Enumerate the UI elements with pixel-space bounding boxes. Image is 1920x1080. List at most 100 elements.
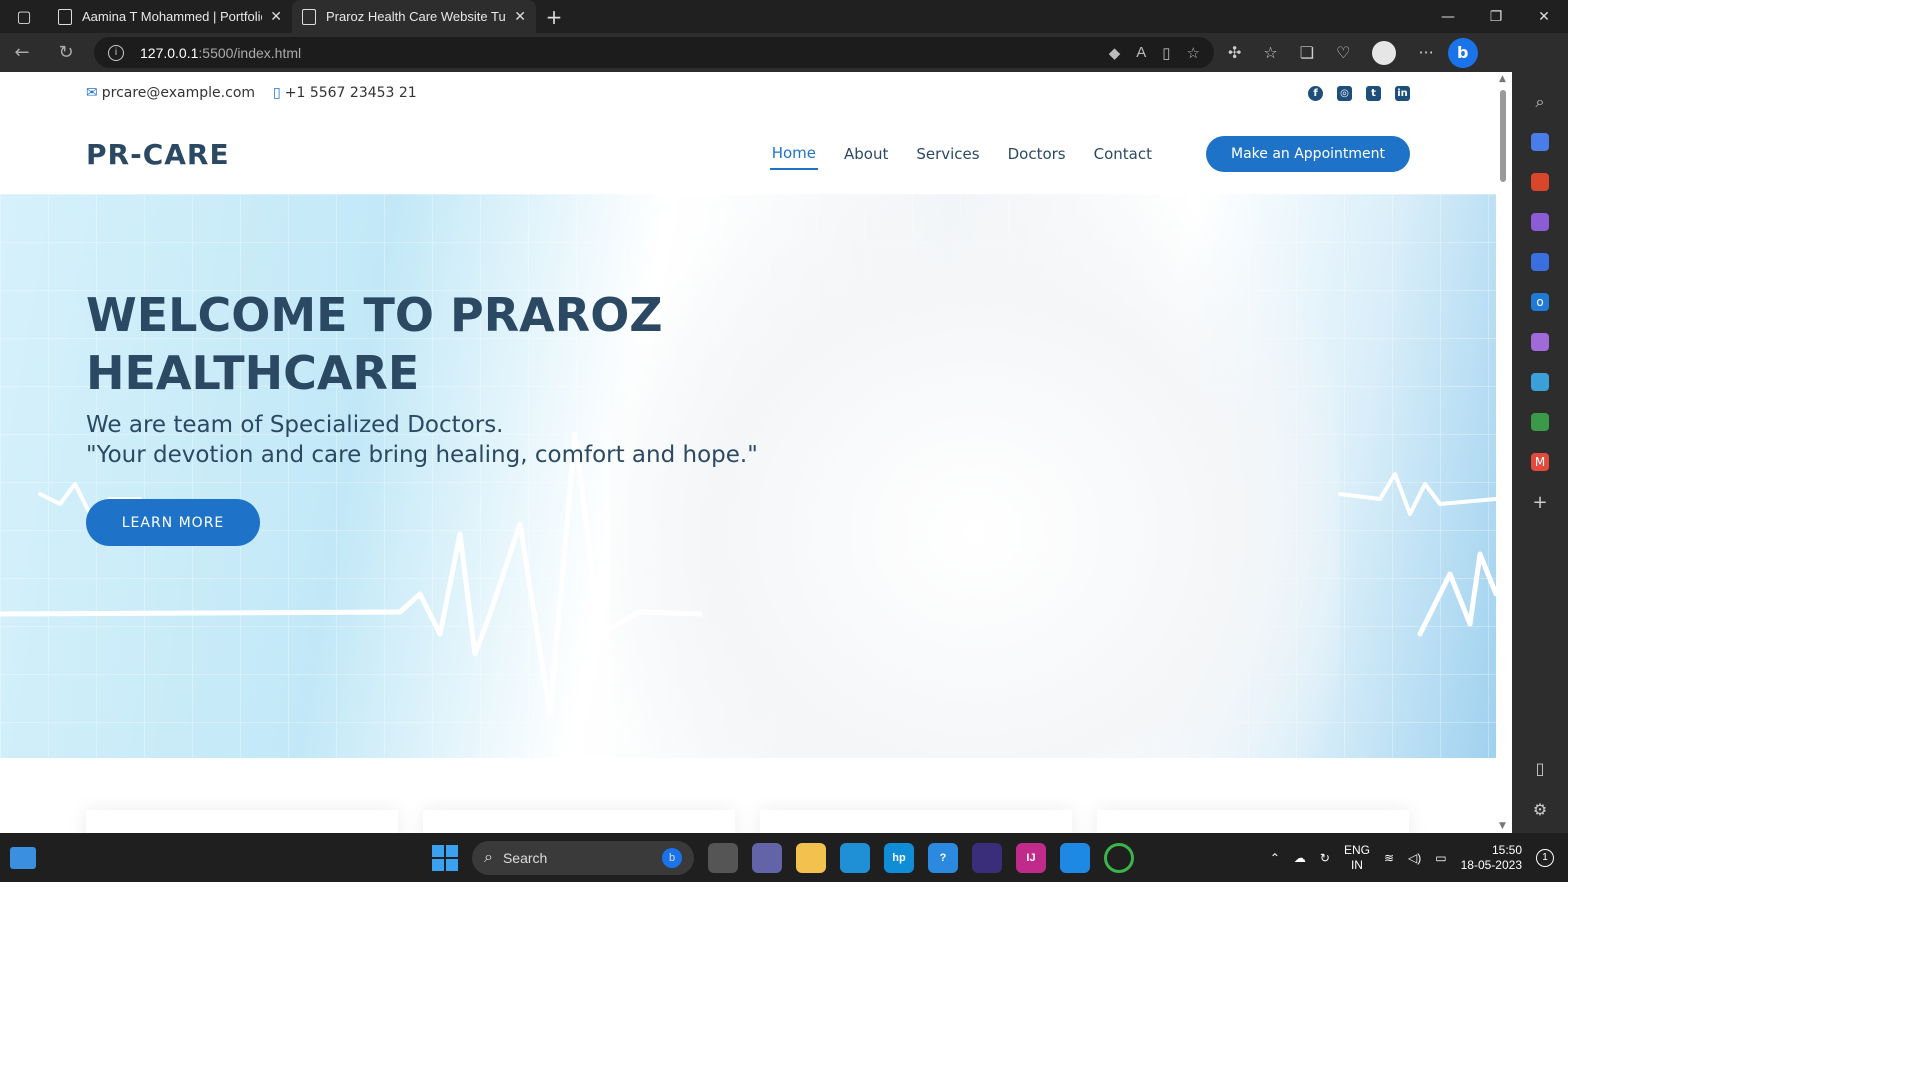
minimize-icon[interactable]: —	[1424, 0, 1472, 33]
page-icon	[302, 8, 316, 25]
facebook-icon[interactable]: f	[1308, 85, 1323, 101]
task-view-icon[interactable]	[708, 842, 738, 873]
system-tray: ⌃ ☁ ↻ ENG IN ≋ ◁) ▭ 15:50 18-05-2023 1	[1270, 843, 1554, 873]
add-icon[interactable]: +	[1531, 492, 1549, 513]
tab-actions-icon[interactable]: ▢	[0, 0, 48, 33]
taskbar-center: ⌕ Search b hp ? IJ	[432, 840, 1134, 875]
refresh-icon[interactable]: ↻	[44, 33, 88, 72]
language-indicator[interactable]: ENG IN	[1344, 843, 1370, 873]
volume-icon[interactable]: ◁)	[1408, 851, 1421, 865]
designer-icon[interactable]	[1531, 333, 1549, 351]
help-icon[interactable]: ?	[928, 842, 958, 873]
hero-subtitle-line2: "Your devotion and care bring healing, c…	[86, 442, 758, 468]
wifi-icon[interactable]: ≋	[1384, 851, 1394, 865]
intellij-icon[interactable]: IJ	[1016, 842, 1046, 873]
teams-icon[interactable]	[752, 842, 782, 873]
tab-title: Aamina T Mohammed | Portfolio	[82, 9, 263, 24]
back-icon[interactable]: ←	[0, 33, 44, 72]
hero-title-line1: WELCOME TO PRAROZ	[86, 288, 663, 342]
hero-title: WELCOME TO PRAROZ HEALTHCARE	[86, 286, 758, 402]
scroll-down-icon[interactable]: ▼	[1499, 821, 1506, 831]
ecg-line-graphic	[0, 431, 1496, 717]
search-icon[interactable]: ⌕	[1531, 92, 1549, 111]
start-icon[interactable]	[432, 844, 458, 871]
gmail-icon[interactable]: M	[1531, 453, 1549, 471]
edge-sidebar: ⌕ o M + ▯ ⚙	[1512, 72, 1568, 833]
windows-taskbar: ⌕ Search b hp ? IJ ⌃ ☁ ↻ ENG IN ≋ ◁) ▭ 1…	[0, 833, 1568, 882]
nav-doctors[interactable]: Doctors	[1006, 139, 1068, 169]
close-icon[interactable]: ✕	[514, 8, 526, 25]
shopping-tag-icon[interactable]: ◆	[1109, 44, 1121, 62]
clock[interactable]: 15:50 18-05-2023	[1461, 843, 1522, 873]
circle-app-icon[interactable]	[1104, 842, 1134, 873]
email-text: prcare@example.com	[101, 85, 256, 101]
nav-home[interactable]: Home	[769, 138, 818, 170]
site-header: PR-CARE Home About Services Doctors Cont…	[0, 114, 1496, 194]
new-tab-button[interactable]: +	[536, 5, 572, 29]
tab-praroz[interactable]: Praroz Health Care Website Tuto ✕	[292, 0, 536, 33]
read-aloud-icon[interactable]: A	[1136, 44, 1146, 62]
shopping-icon[interactable]	[1531, 133, 1549, 151]
hero-subtitle: We are team of Specialized Doctors. "You…	[86, 410, 758, 470]
phone-text: +1 5567 23453 21	[284, 85, 417, 101]
vscode-icon[interactable]	[1060, 842, 1090, 873]
lang-line2: IN	[1350, 857, 1363, 872]
close-window-icon[interactable]: ✕	[1520, 0, 1568, 33]
file-explorer-icon[interactable]	[796, 842, 826, 873]
instagram-icon[interactable]: ◎	[1337, 85, 1352, 101]
tree-icon[interactable]	[1531, 413, 1549, 431]
main-nav: Home About Services Doctors Contact Make…	[769, 136, 1410, 172]
copilot-icon[interactable]	[1531, 253, 1549, 271]
favorites-icon[interactable]: ☆	[1263, 43, 1277, 62]
restore-icon[interactable]: ❐	[1472, 0, 1520, 33]
eclipse-icon[interactable]	[972, 842, 1002, 873]
games-icon[interactable]	[1531, 213, 1549, 231]
nav-about[interactable]: About	[842, 139, 890, 169]
hero-section: WELCOME TO PRAROZ HEALTHCARE We are team…	[0, 194, 1496, 758]
add-favorite-icon[interactable]: ☆	[1187, 44, 1200, 62]
linkedin-icon[interactable]: in	[1395, 85, 1410, 101]
weather-icon[interactable]: ☁	[1294, 851, 1306, 865]
chevron-up-icon[interactable]: ⌃	[1270, 851, 1280, 865]
notification-badge[interactable]: 1	[1536, 848, 1554, 867]
settings-icon[interactable]: ⚙	[1533, 800, 1547, 819]
site-logo[interactable]: PR-CARE	[86, 138, 230, 171]
battery-icon[interactable]: ▭	[1435, 851, 1446, 865]
url-input[interactable]: i 127.0.0.1:5500/index.html ◆ A ▯ ☆	[94, 37, 1214, 68]
taskbar-search[interactable]: ⌕ Search b	[472, 840, 694, 875]
feature-cards	[86, 810, 1409, 833]
sidebar-bottom: ▯ ⚙	[1533, 759, 1547, 819]
appointment-button[interactable]: Make an Appointment	[1205, 136, 1410, 172]
clock-time: 15:50	[1491, 842, 1522, 857]
learn-more-button[interactable]: LEARN MORE	[86, 499, 260, 546]
immersive-reader-icon[interactable]: ▯	[1162, 44, 1170, 62]
twitter-icon[interactable]: t	[1366, 85, 1381, 101]
nav-contact[interactable]: Contact	[1092, 139, 1154, 169]
scroll-up-icon[interactable]: ▲	[1499, 74, 1506, 84]
profile-icon[interactable]	[1372, 40, 1397, 65]
page-scrollbar[interactable]: ▲ ▼	[1496, 72, 1512, 833]
info-icon[interactable]: i	[108, 44, 124, 61]
sync-icon[interactable]: ↻	[1320, 851, 1330, 865]
feature-card	[1097, 810, 1409, 833]
outlook-icon[interactable]: o	[1531, 293, 1549, 311]
extensions-icon[interactable]: ✣	[1228, 43, 1241, 62]
page-icon	[58, 8, 72, 25]
email-contact: ✉ prcare@example.com	[86, 85, 255, 101]
collections-icon[interactable]: ❏	[1300, 43, 1314, 62]
feature-card	[423, 810, 735, 833]
edge-icon[interactable]	[840, 842, 870, 873]
window-controls: — ❐ ✕	[1424, 0, 1568, 33]
close-icon[interactable]: ✕	[270, 8, 282, 25]
scroll-thumb[interactable]	[1500, 90, 1506, 182]
myhp-icon[interactable]: hp	[884, 842, 914, 873]
tools-icon[interactable]	[1531, 173, 1549, 191]
bing-chat-icon[interactable]: b	[1447, 37, 1478, 68]
nav-services[interactable]: Services	[914, 139, 981, 169]
sidebar-toggle-icon[interactable]: ▯	[1536, 759, 1545, 778]
widgets-icon[interactable]	[10, 846, 36, 869]
tab-portfolio[interactable]: Aamina T Mohammed | Portfolio ✕	[48, 0, 292, 33]
send-icon[interactable]	[1531, 373, 1549, 391]
health-icon[interactable]: ♡	[1336, 43, 1350, 62]
more-icon[interactable]: ···	[1418, 43, 1433, 62]
